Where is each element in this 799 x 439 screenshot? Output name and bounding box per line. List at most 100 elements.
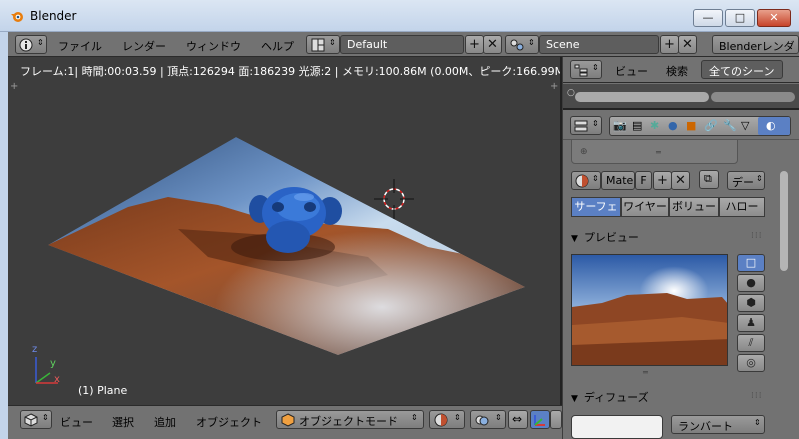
scene-selector[interactable]: ⇕ [505,35,539,54]
x-icon: ✕ [487,37,498,52]
blender-logo-icon [11,12,23,22]
info-icon [19,38,33,52]
preview-sphere-button[interactable]: ● [737,274,765,292]
remove-layout-button[interactable]: ✕ [483,35,502,54]
outliner-scrollbar[interactable] [575,92,709,102]
editor-type-button[interactable]: ⇕ [20,410,52,429]
remove-scene-button[interactable]: ✕ [678,35,697,54]
screen-layout-field[interactable]: Default [340,35,464,54]
x-icon: ✕ [675,173,686,188]
menu-help[interactable]: ヘルプ [261,38,294,54]
updown-arrow-icon: ⇕ [754,418,761,427]
fake-user-button[interactable]: F [635,171,652,190]
properties-header: ⇕ 📷 ▤ ✱ ● ■ 🔗 🔧 ▽ ◐ [563,112,799,140]
diffuse-panel-title: ディフューズ [583,391,649,404]
scene-field[interactable]: Scene [539,35,659,54]
drag-handle-icon[interactable]: ⁞⁞⁞ [751,231,763,241]
outliner-icon [574,64,588,77]
viewport-scene[interactable] [8,57,562,405]
collapse-arrow-icon: ▼ [571,234,578,244]
tab-wire[interactable]: ワイヤー [621,197,669,217]
editor-type-button[interactable]: ⇕ [570,116,602,135]
world-tab-icon[interactable]: ● [668,119,678,132]
menu-view[interactable]: ビュー [60,414,93,430]
translate-manipulator-button[interactable] [530,410,550,429]
region-toggle-icon[interactable]: + [550,81,558,92]
render-layers-tab-icon[interactable]: ▤ [632,119,642,132]
drag-handle-icon[interactable]: ⁞⁞⁞ [751,391,763,401]
material-name-field[interactable]: Mate [601,171,635,190]
outliner-display-mode[interactable]: 全てのシーン [701,60,783,79]
render-engine-selector[interactable]: Blenderレンダ [712,35,799,54]
viewport-shading-selector[interactable]: ⇕ [429,410,465,429]
preview-panel-header[interactable]: ▼ プレビュー [571,229,639,245]
preview-flat-button[interactable]: □ [737,254,765,272]
properties-scrollbar[interactable] [778,141,790,439]
3d-viewport[interactable]: z y x フレーム:1| 時間:00:03.59 | 頂点:126294 面:… [8,57,562,405]
pivot-point-selector[interactable]: ⇕ [470,410,506,429]
menu-add[interactable]: 追加 [154,414,176,430]
menu-file[interactable]: ファイル [58,38,102,54]
info-header: ⇕ ファイル レンダー ウィンドウ ヘルプ ⇕ Default + ✕ ⇕ Sc… [8,32,799,57]
outliner-menu-search[interactable]: 検索 [666,63,688,79]
tab-halo[interactable]: ハロー [719,197,765,217]
minimize-button[interactable]: — [693,9,723,27]
new-material-button[interactable]: + [653,171,672,190]
tab-volume[interactable]: ボリュー [669,197,719,217]
close-button[interactable]: ✕ [757,9,791,27]
render-tab-icon[interactable]: 📷 [613,119,627,132]
updown-arrow-icon: ⇕ [411,413,418,422]
expand-icon[interactable]: ○ [567,88,575,98]
menu-render[interactable]: レンダー [122,38,166,54]
maximize-button[interactable]: □ [725,9,755,27]
node-material-toggle[interactable]: ⧉ [699,170,719,189]
link-data-dropdown[interactable]: デー ⇕ [727,171,765,190]
manipulator-toggle[interactable]: ⇔ [508,410,528,429]
plus-icon: + [469,37,480,52]
region-toggle-icon[interactable]: + [10,81,18,92]
diffuse-color-swatch[interactable] [571,415,663,439]
diffuse-shader-dropdown[interactable]: ランバート ⇕ [671,415,765,434]
properties-area: ⇕ ビュー 検索 全てのシーン ○ ⇕ 📷 ▤ ✱ ● ■ 🔗 🔧 ▽ ◐ ⊕ … [563,57,799,439]
menu-select[interactable]: 選択 [112,414,134,430]
outliner-scrollbar-track[interactable] [711,92,795,102]
diffuse-panel-header[interactable]: ▼ ディフューズ [571,389,649,405]
add-layout-button[interactable]: + [465,35,484,54]
add-scene-button[interactable]: + [660,35,679,54]
mode-label: オブジェクトモード [299,415,398,428]
material-sphere-icon [575,174,589,188]
sphere-preview-icon: ● [746,276,756,289]
material-browse-button[interactable]: ⇕ [571,171,601,190]
screen-layout-selector[interactable]: ⇕ [306,35,340,54]
context-tabs: 📷 ▤ ✱ ● ■ 🔗 🔧 ▽ ◐ [609,116,791,136]
preview-sky-button[interactable]: ◎ [737,354,765,372]
modifiers-tab-icon[interactable]: 🔧 [723,119,737,132]
editor-type-button[interactable]: ⇕ [570,60,602,79]
add-slot-icon[interactable]: ⊕ [580,147,588,157]
menu-window[interactable]: ウィンドウ [186,38,241,54]
updown-arrow-icon: ⇕ [756,174,763,183]
constraints-tab-icon[interactable]: 🔗 [704,119,718,132]
updown-arrow-icon: ⇕ [592,63,599,72]
plane-preview-icon: □ [745,256,757,269]
outliner-list[interactable]: ○ [563,84,799,110]
tab-surface[interactable]: サーフェ [571,197,621,217]
scene-tab-icon[interactable]: ✱ [650,119,659,132]
outliner-menu-view[interactable]: ビュー [615,63,648,79]
preview-cube-button[interactable]: ⬢ [737,294,765,312]
material-slot-list[interactable]: ⊕ ═ [571,139,738,164]
preview-hair-button[interactable]: ⫽ [737,334,765,352]
rotate-manipulator-button[interactable] [550,410,562,429]
cube-view-icon [24,413,38,427]
scrollbar-thumb[interactable] [780,171,788,271]
hair-preview-icon: ⫽ [748,336,754,349]
resize-handle-icon[interactable]: ═ [656,148,661,157]
data-tab-icon[interactable]: ▽ [741,119,749,132]
mode-selector[interactable]: オブジェクトモード ⇕ [276,410,424,429]
object-tab-icon[interactable]: ■ [686,119,696,132]
menu-object[interactable]: オブジェクト [196,414,262,430]
preview-monkey-button[interactable]: ♟ [737,314,765,332]
preview-resize-handle-icon[interactable]: ═ [643,368,648,377]
unlink-material-button[interactable]: ✕ [671,171,690,190]
editor-type-button[interactable]: ⇕ [15,35,47,54]
